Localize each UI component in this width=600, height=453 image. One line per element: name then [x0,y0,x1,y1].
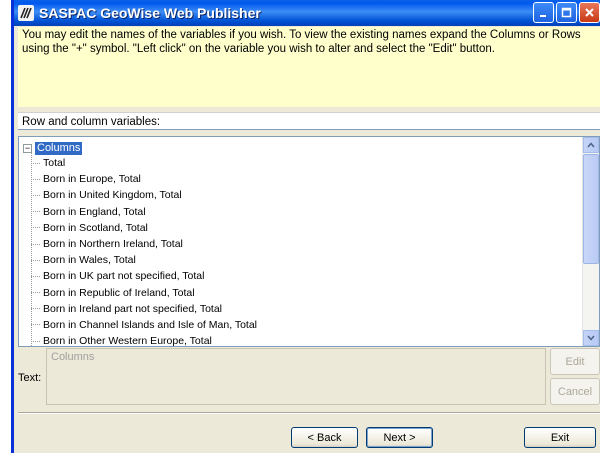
tree-branch [31,227,40,229]
tree-item[interactable]: Born in Republic of Ireland, Total [31,285,257,301]
tree-branch [31,194,40,196]
tree-item[interactable]: Born in Ireland part not specified, Tota… [31,301,257,317]
tree-root-label[interactable]: Columns [35,141,83,155]
tree-item-label: Born in Europe, Total [43,173,141,186]
tree-item-label: Born in Ireland part not specified, Tota… [43,302,222,315]
minimize-icon [540,15,546,17]
window-controls [533,2,600,23]
tree-item[interactable]: Born in England, Total [31,204,257,220]
tree-item[interactable]: Born in Scotland, Total [31,220,257,236]
maximize-icon [561,7,572,18]
tree-item[interactable]: Born in Other Western Europe, Total [31,333,257,347]
app-window: SASPAC GeoWise Web Publisher You may edi… [11,0,600,453]
tree-item-label: Born in Channel Islands and Isle of Man,… [43,318,258,331]
tree-item[interactable]: Born in Wales, Total [31,252,257,268]
chevron-up-icon [587,142,595,148]
scroll-up-button[interactable] [583,137,599,153]
tree-item-label: Born in England, Total [43,205,146,218]
text-edit-area: Text: Columns Edit Cancel [18,348,600,405]
tree-item-label: Born in Other Western Europe, Total [43,335,212,347]
tree-item[interactable]: Born in Channel Islands and Isle of Man,… [31,317,257,333]
tree-item[interactable]: Born in Northern Ireland, Total [31,236,257,252]
tree-branch [31,243,40,245]
tree-item-label: Born in Wales, Total [43,254,136,267]
minimize-button[interactable] [533,2,554,23]
section-label: Row and column variables: [18,112,600,130]
tree-branch [31,211,40,213]
close-button[interactable] [579,2,600,23]
tree-branch [31,324,40,326]
cancel-button[interactable]: Cancel [550,378,600,405]
tree-items: Total Born in Europe, Total Born in Unit… [31,155,257,347]
tree-item[interactable]: Born in UK part not specified, Total [31,268,257,284]
tree-item-label: Total [43,157,66,170]
tree-item-label: Born in United Kingdom, Total [43,189,182,202]
exit-button[interactable]: Exit [524,427,596,448]
tree-branch [31,162,40,164]
tree-item-label: Born in Republic of Ireland, Total [43,286,195,299]
text-label: Text: [18,372,42,384]
tree-item[interactable]: Born in Europe, Total [31,171,257,187]
tree-item-label: Born in Northern Ireland, Total [43,238,183,251]
maximize-button[interactable] [556,2,577,23]
chevron-down-icon [587,335,595,341]
title-bar[interactable]: SASPAC GeoWise Web Publisher [14,0,600,26]
info-message: You may edit the names of the variables … [18,27,600,107]
tree-branch [31,292,40,294]
back-button[interactable]: < Back [291,427,358,448]
tree-item[interactable]: Born in United Kingdom, Total [31,187,257,203]
app-logo-icon [17,4,35,22]
text-field[interactable]: Columns [46,348,546,405]
vertical-scrollbar[interactable] [582,137,599,346]
tree-item-label: Born in UK part not specified, Total [43,270,205,283]
tree-item[interactable]: Total [31,155,257,171]
tree-branch [31,178,40,180]
tree-item-label: Born in Scotland, Total [43,221,148,234]
tree-branch [31,308,40,310]
next-button[interactable]: Next > [366,427,433,448]
scroll-down-button[interactable] [583,330,599,346]
tree-branch [31,275,40,277]
tree-branch [31,259,40,261]
edit-button[interactable]: Edit [550,348,600,375]
window-title: SASPAC GeoWise Web Publisher [39,5,261,21]
scroll-thumb[interactable] [583,154,599,264]
variables-tree[interactable]: − Columns Total Born in Europe, Total Bo… [18,136,600,347]
close-icon [585,8,594,17]
tree-content: − Columns Total Born in Europe, Total Bo… [19,137,584,346]
footer-separator [18,412,600,414]
tree-branch [31,340,40,342]
